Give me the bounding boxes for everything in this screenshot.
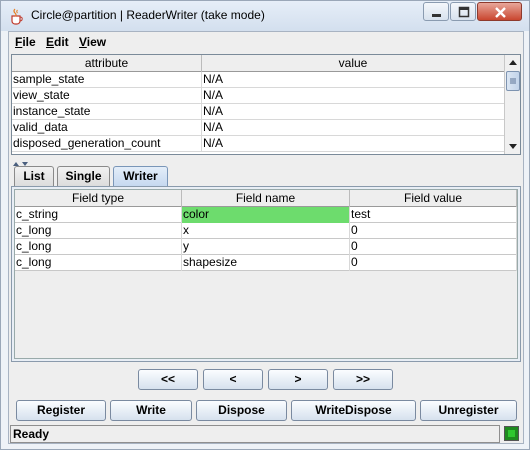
- maximize-button[interactable]: [450, 2, 476, 21]
- field-name-cell[interactable]: color: [182, 207, 350, 223]
- scroll-down-arrow[interactable]: [505, 138, 520, 154]
- table-row[interactable]: instance_state N/A: [12, 104, 505, 120]
- previous-button[interactable]: <: [203, 369, 263, 390]
- field-type-cell: c_string: [15, 207, 182, 223]
- attribute-cell: sample_state: [12, 72, 202, 88]
- field-type-cell: c_long: [15, 239, 182, 255]
- java-cup-icon: [8, 7, 24, 25]
- attribute-cell: valid_data: [12, 120, 202, 136]
- attribute-cell: view_state: [12, 88, 202, 104]
- column-header-attribute[interactable]: attribute: [12, 55, 202, 72]
- table-row[interactable]: valid_data N/A: [12, 120, 505, 136]
- value-cell: N/A: [202, 72, 505, 88]
- tab-writer[interactable]: Writer: [113, 166, 168, 187]
- tab-strip: List Single Writer: [11, 166, 521, 187]
- dispose-button[interactable]: Dispose: [196, 400, 287, 421]
- tab-list[interactable]: List: [14, 166, 54, 186]
- table-row[interactable]: disposed_generation_count N/A: [12, 136, 505, 152]
- column-header-value[interactable]: value: [202, 55, 505, 72]
- attribute-cell: disposed_generation_count: [12, 136, 202, 152]
- field-table-header: Field type Field name Field value: [15, 190, 517, 207]
- app-window: Circle@partition | ReaderWriter (take mo…: [0, 0, 530, 450]
- writer-panel: Field type Field name Field value c_stri…: [11, 186, 521, 362]
- attribute-scrollbar[interactable]: [504, 55, 520, 154]
- unregister-button[interactable]: Unregister: [420, 400, 517, 421]
- table-row[interactable]: c_string color test: [15, 207, 517, 223]
- value-cell: N/A: [202, 88, 505, 104]
- attribute-cell: instance_state: [12, 104, 202, 120]
- field-name-cell[interactable]: x: [182, 223, 350, 239]
- chevron-down-icon: [509, 144, 517, 149]
- attribute-table: attribute value sample_state N/A view_st…: [11, 54, 521, 155]
- table-row[interactable]: sample_state N/A: [12, 72, 505, 88]
- value-cell: N/A: [202, 136, 505, 152]
- close-button[interactable]: [477, 2, 522, 21]
- window-title: Circle@partition | ReaderWriter (take mo…: [31, 8, 265, 22]
- maximize-icon: [458, 6, 470, 18]
- column-header-field-type[interactable]: Field type: [15, 190, 182, 207]
- first-button[interactable]: <<: [138, 369, 198, 390]
- table-row[interactable]: c_long y 0: [15, 239, 517, 255]
- status-text: Ready: [10, 425, 500, 443]
- status-indicator-icon: [504, 426, 519, 441]
- column-header-field-name[interactable]: Field name: [182, 190, 350, 207]
- field-type-cell: c_long: [15, 255, 182, 271]
- write-dispose-button[interactable]: WriteDispose: [291, 400, 416, 421]
- scroll-thumb[interactable]: [506, 71, 520, 91]
- grip-icon: [510, 78, 516, 84]
- column-header-field-value[interactable]: Field value: [350, 190, 517, 207]
- table-row[interactable]: view_state N/A: [12, 88, 505, 104]
- register-button[interactable]: Register: [16, 400, 106, 421]
- tab-single[interactable]: Single: [57, 166, 110, 186]
- field-value-cell[interactable]: 0: [350, 223, 517, 239]
- chevron-up-icon: [509, 60, 517, 65]
- minimize-button[interactable]: [423, 2, 449, 21]
- menu-view[interactable]: View: [79, 35, 106, 49]
- title-bar[interactable]: Circle@partition | ReaderWriter (take mo…: [1, 1, 529, 31]
- menu-edit[interactable]: Edit: [46, 35, 69, 49]
- field-type-cell: c_long: [15, 223, 182, 239]
- field-value-cell[interactable]: 0: [350, 255, 517, 271]
- field-table: Field type Field name Field value c_stri…: [14, 189, 518, 359]
- menu-file[interactable]: File: [15, 35, 36, 49]
- menu-bar: File Edit View: [9, 32, 523, 53]
- minimize-icon: [432, 14, 441, 17]
- next-button[interactable]: >: [268, 369, 328, 390]
- client-area: File Edit View attribute value sample_st…: [8, 31, 524, 444]
- close-icon: [495, 7, 506, 18]
- scroll-up-arrow[interactable]: [505, 55, 520, 71]
- value-cell: N/A: [202, 104, 505, 120]
- value-cell: N/A: [202, 120, 505, 136]
- field-name-cell[interactable]: shapesize: [182, 255, 350, 271]
- table-row[interactable]: c_long shapesize 0: [15, 255, 517, 271]
- field-value-cell[interactable]: test: [350, 207, 517, 223]
- field-name-cell[interactable]: y: [182, 239, 350, 255]
- attribute-table-header: attribute value: [12, 55, 505, 72]
- split-pane-divider[interactable]: [11, 156, 41, 166]
- table-row[interactable]: c_long x 0: [15, 223, 517, 239]
- field-value-cell[interactable]: 0: [350, 239, 517, 255]
- status-bar: Ready: [9, 425, 523, 444]
- last-button[interactable]: >>: [333, 369, 393, 390]
- write-button[interactable]: Write: [110, 400, 192, 421]
